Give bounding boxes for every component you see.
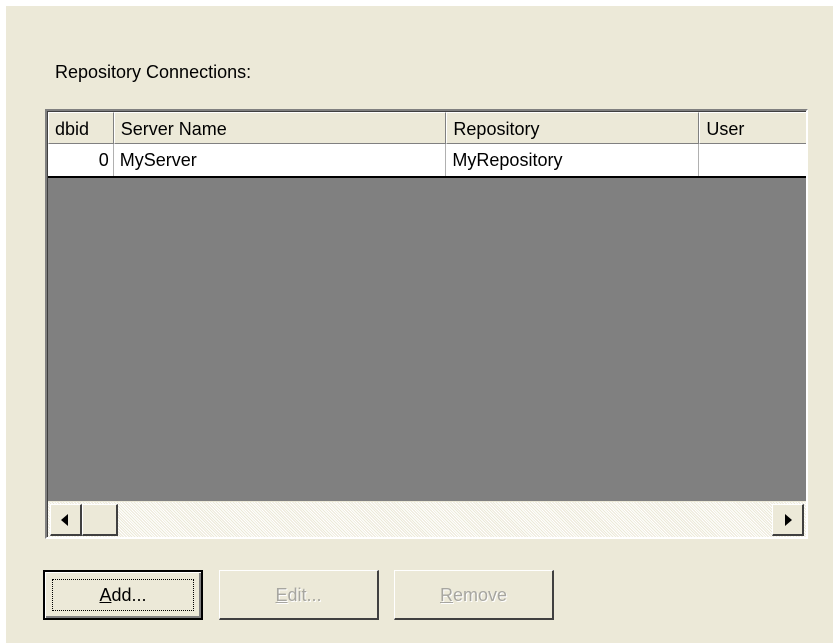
add-button[interactable]: Add... [43,570,203,620]
cell-user[interactable] [699,144,806,176]
scroll-left-button[interactable] [50,504,82,536]
repository-connections-label: Repository Connections: [55,62,252,82]
column-header-user[interactable]: User [699,112,806,144]
repository-connections-grid[interactable]: dbid Server Name Repository User 0 MySer… [45,109,808,539]
grid-viewport: dbid Server Name Repository User 0 MySer… [47,111,806,537]
cell-server-name[interactable]: MyServer [114,144,447,176]
edit-button-label: Edit... [275,584,322,605]
table-row[interactable]: 0 MyServer MyRepository [48,144,806,178]
grid-header-row: dbid Server Name Repository User [48,112,806,144]
column-header-server-name[interactable]: Server Name [113,112,447,144]
column-header-dbid[interactable]: dbid [48,112,114,144]
edit-button[interactable]: Edit... [219,570,379,620]
horizontal-scrollbar[interactable] [48,501,806,537]
arrow-right-icon [785,514,792,526]
scroll-right-button[interactable] [772,504,804,536]
column-header-repository[interactable]: Repository [446,112,700,144]
remove-button-label: Remove [439,584,508,605]
add-button-label: Add... [99,585,147,605]
cell-dbid[interactable]: 0 [48,144,114,176]
scrollbar-thumb[interactable] [82,504,118,536]
remove-button[interactable]: Remove [394,570,554,620]
cell-repository[interactable]: MyRepository [446,144,700,176]
arrow-left-icon [61,514,68,526]
